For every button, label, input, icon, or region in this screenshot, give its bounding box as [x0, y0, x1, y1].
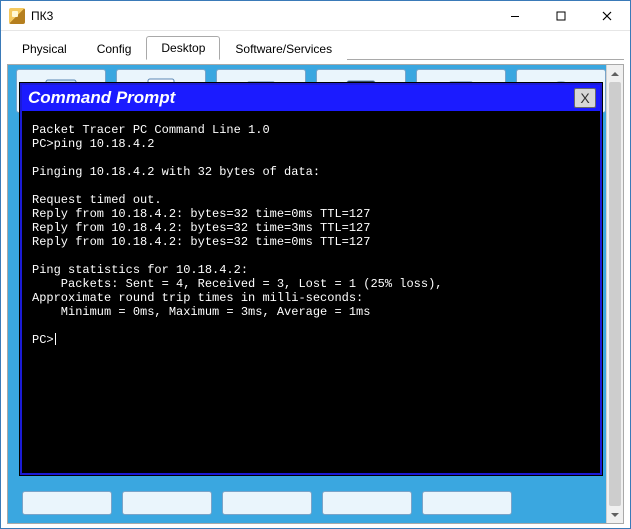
chevron-up-icon — [611, 70, 619, 78]
scroll-thumb[interactable] — [609, 82, 621, 506]
tab-config[interactable]: Config — [82, 37, 147, 60]
desktop-tile[interactable] — [122, 491, 212, 515]
command-prompt-title: Command Prompt — [28, 88, 175, 108]
tab-desktop[interactable]: Desktop — [146, 36, 220, 60]
desktop-tile[interactable] — [222, 491, 312, 515]
minimize-icon — [510, 11, 520, 21]
window-title: ПК3 — [31, 9, 53, 23]
tab-physical[interactable]: Physical — [7, 37, 82, 60]
close-icon — [602, 11, 612, 21]
close-button[interactable] — [584, 1, 630, 31]
desktop-background: >_ Command Prompt X Packet Tracer PC Com… — [7, 64, 624, 524]
maximize-icon — [556, 11, 566, 21]
chevron-down-icon — [611, 511, 619, 519]
terminal-output: Packet Tracer PC Command Line 1.0 PC>pin… — [32, 123, 590, 347]
desktop-bottom-strip — [8, 485, 623, 523]
desktop-tile[interactable] — [422, 491, 512, 515]
desktop-tile[interactable] — [22, 491, 112, 515]
command-prompt-body[interactable]: Packet Tracer PC Command Line 1.0 PC>pin… — [22, 111, 600, 473]
app-icon — [9, 8, 25, 24]
desktop-tile[interactable] — [322, 491, 412, 515]
maximize-button[interactable] — [538, 1, 584, 31]
minimize-button[interactable] — [492, 1, 538, 31]
command-prompt-titlebar[interactable]: Command Prompt X — [22, 85, 600, 111]
scroll-track[interactable] — [607, 82, 623, 506]
desktop-panel: >_ Command Prompt X Packet Tracer PC Com… — [7, 64, 624, 524]
command-prompt-close-button[interactable]: X — [574, 88, 596, 108]
close-x-label: X — [580, 90, 589, 106]
desktop-scrollbar[interactable] — [606, 65, 623, 523]
tab-software-services[interactable]: Software/Services — [220, 37, 347, 60]
terminal-cursor — [55, 333, 56, 345]
tabstrip: Physical Config Desktop Software/Service… — [1, 31, 630, 59]
command-prompt-window: Command Prompt X Packet Tracer PC Comman… — [20, 83, 602, 475]
scroll-up-button[interactable] — [607, 65, 623, 82]
window-titlebar: ПК3 — [1, 1, 630, 31]
scroll-down-button[interactable] — [607, 506, 623, 523]
